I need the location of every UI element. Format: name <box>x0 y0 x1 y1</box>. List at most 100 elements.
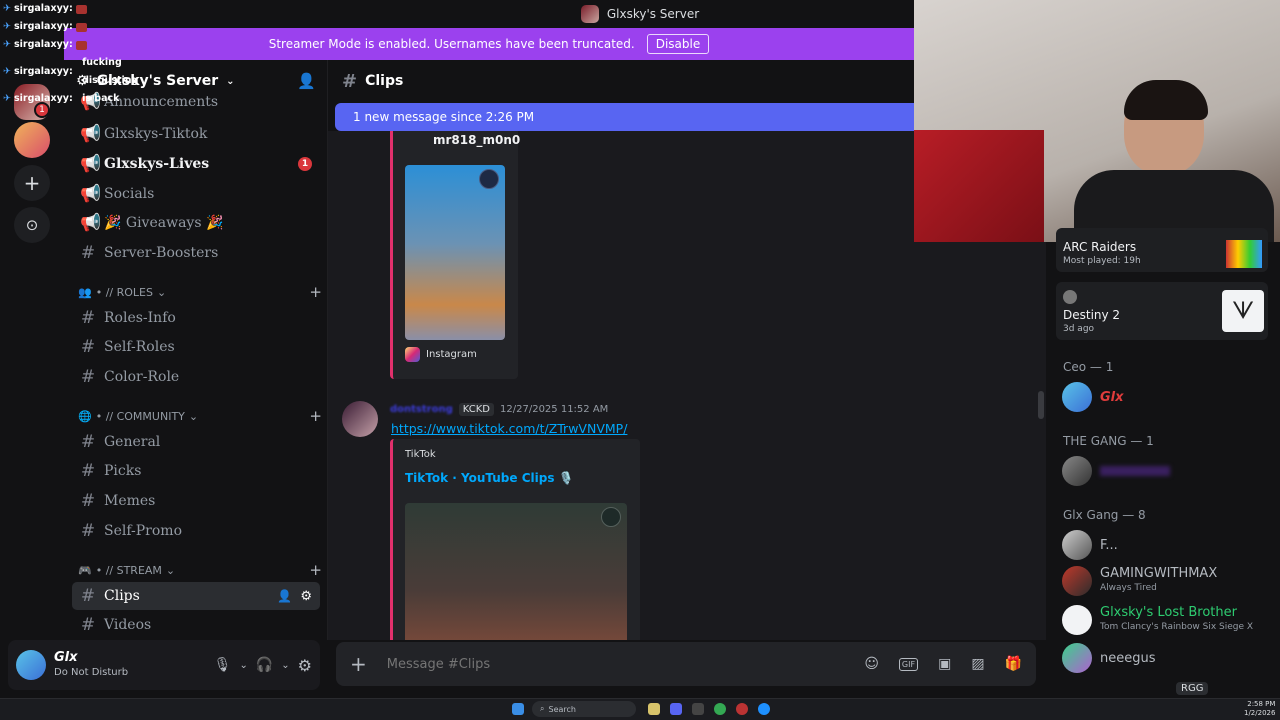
add-channel-icon[interactable]: + <box>309 407 322 425</box>
add-attachment-icon[interactable]: + <box>350 652 367 676</box>
hash-icon: # <box>80 461 96 481</box>
gift-icon[interactable]: 🎁 <box>1005 656 1022 672</box>
channel-label: Glxskys-Lives <box>104 156 210 172</box>
disable-button[interactable]: Disable <box>646 34 710 54</box>
member-item[interactable]: Glx <box>1062 382 1124 412</box>
chevron-down-icon[interactable]: ⌄ <box>239 660 247 671</box>
embed-title[interactable]: TikTok · YouTube Clips 🎙️ <box>405 471 574 485</box>
channel-socials[interactable]: 📢 Socials <box>72 180 320 208</box>
emote-icon <box>75 22 87 32</box>
discover-icon[interactable]: ⊙ <box>14 207 50 243</box>
channel-giveaways[interactable]: 📢 🎉 Giveaways 🎉 <box>72 209 320 237</box>
category-roles[interactable]: 👥 • // ROLES ⌄ + <box>78 283 322 301</box>
channel-picks[interactable]: # Picks <box>72 457 320 485</box>
avatar <box>1062 382 1092 412</box>
invite-icon[interactable]: 👤 <box>297 72 316 90</box>
chevron-down-icon: ⌄ <box>156 285 167 299</box>
stream-icon: 🎮 <box>78 563 92 577</box>
overlay-chat-line: ✈ sirgalaxyy: <box>0 18 120 36</box>
channel-videos[interactable]: # Videos <box>72 611 320 639</box>
activity-card-arc-raiders[interactable]: ARC Raiders Most played: 19h <box>1056 228 1268 272</box>
channel-clips[interactable]: # Clips 👤 ⚙ <box>72 582 320 610</box>
microphone-icon[interactable]: 🎙 <box>214 657 232 673</box>
play-icon[interactable] <box>601 507 621 527</box>
member-item[interactable] <box>1062 456 1170 486</box>
channel-label: General <box>104 434 161 450</box>
embed-thumbnail[interactable] <box>405 165 505 340</box>
banner-flag <box>914 130 1044 242</box>
channel-self-promo[interactable]: # Self-Promo <box>72 517 320 545</box>
settings-gear-icon[interactable]: ⚙ <box>298 656 312 675</box>
search-label: Search <box>548 704 576 714</box>
activity-card-destiny[interactable]: Destiny 2 3d ago ᗐ <box>1056 282 1268 340</box>
member-item[interactable]: F... <box>1062 530 1118 560</box>
server-avatar-icon[interactable] <box>14 122 50 158</box>
emoji-icon[interactable]: ☺ <box>864 656 879 672</box>
channel-header: # Clips <box>328 62 918 100</box>
windows-start-icon[interactable] <box>512 703 524 715</box>
avatar <box>1062 605 1092 635</box>
user-info[interactable]: Glx Do Not Disturb <box>54 650 128 680</box>
hash-icon: # <box>80 337 96 357</box>
avatar <box>1062 530 1092 560</box>
instagram-icon <box>405 347 420 362</box>
invite-icon[interactable]: 👤 <box>277 589 292 603</box>
hash-icon: # <box>80 586 96 606</box>
avatar[interactable] <box>342 401 378 437</box>
overlay-user: sirgalaxyy: <box>13 3 73 14</box>
member-name: Glxsky's Lost Brother <box>1100 605 1237 620</box>
obs-icon[interactable] <box>736 703 748 715</box>
channel-label: Announcements <box>104 94 219 110</box>
message-author[interactable]: dontstrong <box>390 404 453 415</box>
streamer-mode-banner: Streamer Mode is enabled. Usernames have… <box>64 28 914 60</box>
chrome-icon[interactable] <box>714 703 726 715</box>
avatar[interactable] <box>16 650 46 680</box>
destiny-logo-icon: ᗐ <box>1222 290 1264 332</box>
member-item[interactable]: neeegus <box>1062 643 1156 673</box>
channel-label: Glxskys-Tiktok <box>104 126 208 142</box>
embed-thumbnail[interactable] <box>405 503 627 640</box>
channel-self-roles[interactable]: # Self-Roles <box>72 333 320 361</box>
banner-text: Streamer Mode is enabled. Usernames have… <box>268 37 635 51</box>
sticker-icon[interactable]: ▣ <box>938 656 951 672</box>
app-icon[interactable] <box>692 703 704 715</box>
channel-glxskys-tiktok[interactable]: 📢 Glxskys-Tiktok <box>72 120 320 148</box>
hash-icon: # <box>80 243 96 263</box>
message-composer[interactable]: + ☺ GIF ▣ ▨ 🎁 <box>336 642 1036 686</box>
add-channel-icon[interactable]: + <box>309 561 322 579</box>
channel-label: 🎉 Giveaways 🎉 <box>104 215 224 231</box>
chevron-down-icon[interactable]: ⌄ <box>281 660 289 671</box>
play-icon[interactable] <box>479 169 499 189</box>
channel-color-role[interactable]: # Color-Role <box>72 363 320 391</box>
channel-glxskys-lives[interactable]: 📢 Glxskys-Lives 1 <box>72 150 320 178</box>
category-stream[interactable]: 🎮 • // STREAM ⌄ + <box>78 561 322 579</box>
discord-icon[interactable] <box>670 703 682 715</box>
new-messages-bar[interactable]: 1 new message since 2:26 PM <box>335 103 915 131</box>
member-item[interactable]: Glxsky's Lost Brother Tom Clancy's Rainb… <box>1062 605 1253 635</box>
headphones-icon[interactable]: 🎧 <box>256 657 273 673</box>
category-community[interactable]: 🌐 • // COMMUNITY ⌄ + <box>78 407 322 425</box>
edge-icon[interactable] <box>758 703 770 715</box>
channel-label: Roles-Info <box>104 310 176 326</box>
channel-general[interactable]: # General <box>72 428 320 456</box>
image-icon[interactable]: ▨ <box>971 656 984 672</box>
guild-tag-badge[interactable]: KCKD <box>458 403 495 416</box>
file-explorer-icon[interactable] <box>648 703 660 715</box>
megaphone-icon: 📢 <box>80 213 102 233</box>
channel-roles-info[interactable]: # Roles-Info <box>72 304 320 332</box>
member-item[interactable]: GAMINGWITHMAX Always Tired <box>1062 566 1217 596</box>
channel-server-boosters[interactable]: # Server-Boosters <box>72 239 320 267</box>
emote-icon <box>75 40 87 50</box>
add-channel-icon[interactable]: + <box>309 283 322 301</box>
message-link[interactable]: https://www.tiktok.com/t/ZTrwVNVMP/ <box>391 421 627 436</box>
scrollbar-thumb[interactable] <box>1038 391 1044 419</box>
overlay-chat-line: ✈ sirgalaxyy: <box>0 0 120 18</box>
taskbar-clock[interactable]: 2:58 PM 1/2/2026 <box>1244 700 1275 718</box>
add-server-icon[interactable]: + <box>14 165 50 201</box>
gif-icon[interactable]: GIF <box>898 657 919 671</box>
embed-author[interactable]: mr818_m0n0 <box>433 133 520 147</box>
taskbar-search[interactable]: ⌕ Search <box>532 701 636 717</box>
gear-icon[interactable]: ⚙ <box>300 589 312 604</box>
message-input[interactable] <box>386 656 845 672</box>
channel-memes[interactable]: # Memes <box>72 487 320 515</box>
